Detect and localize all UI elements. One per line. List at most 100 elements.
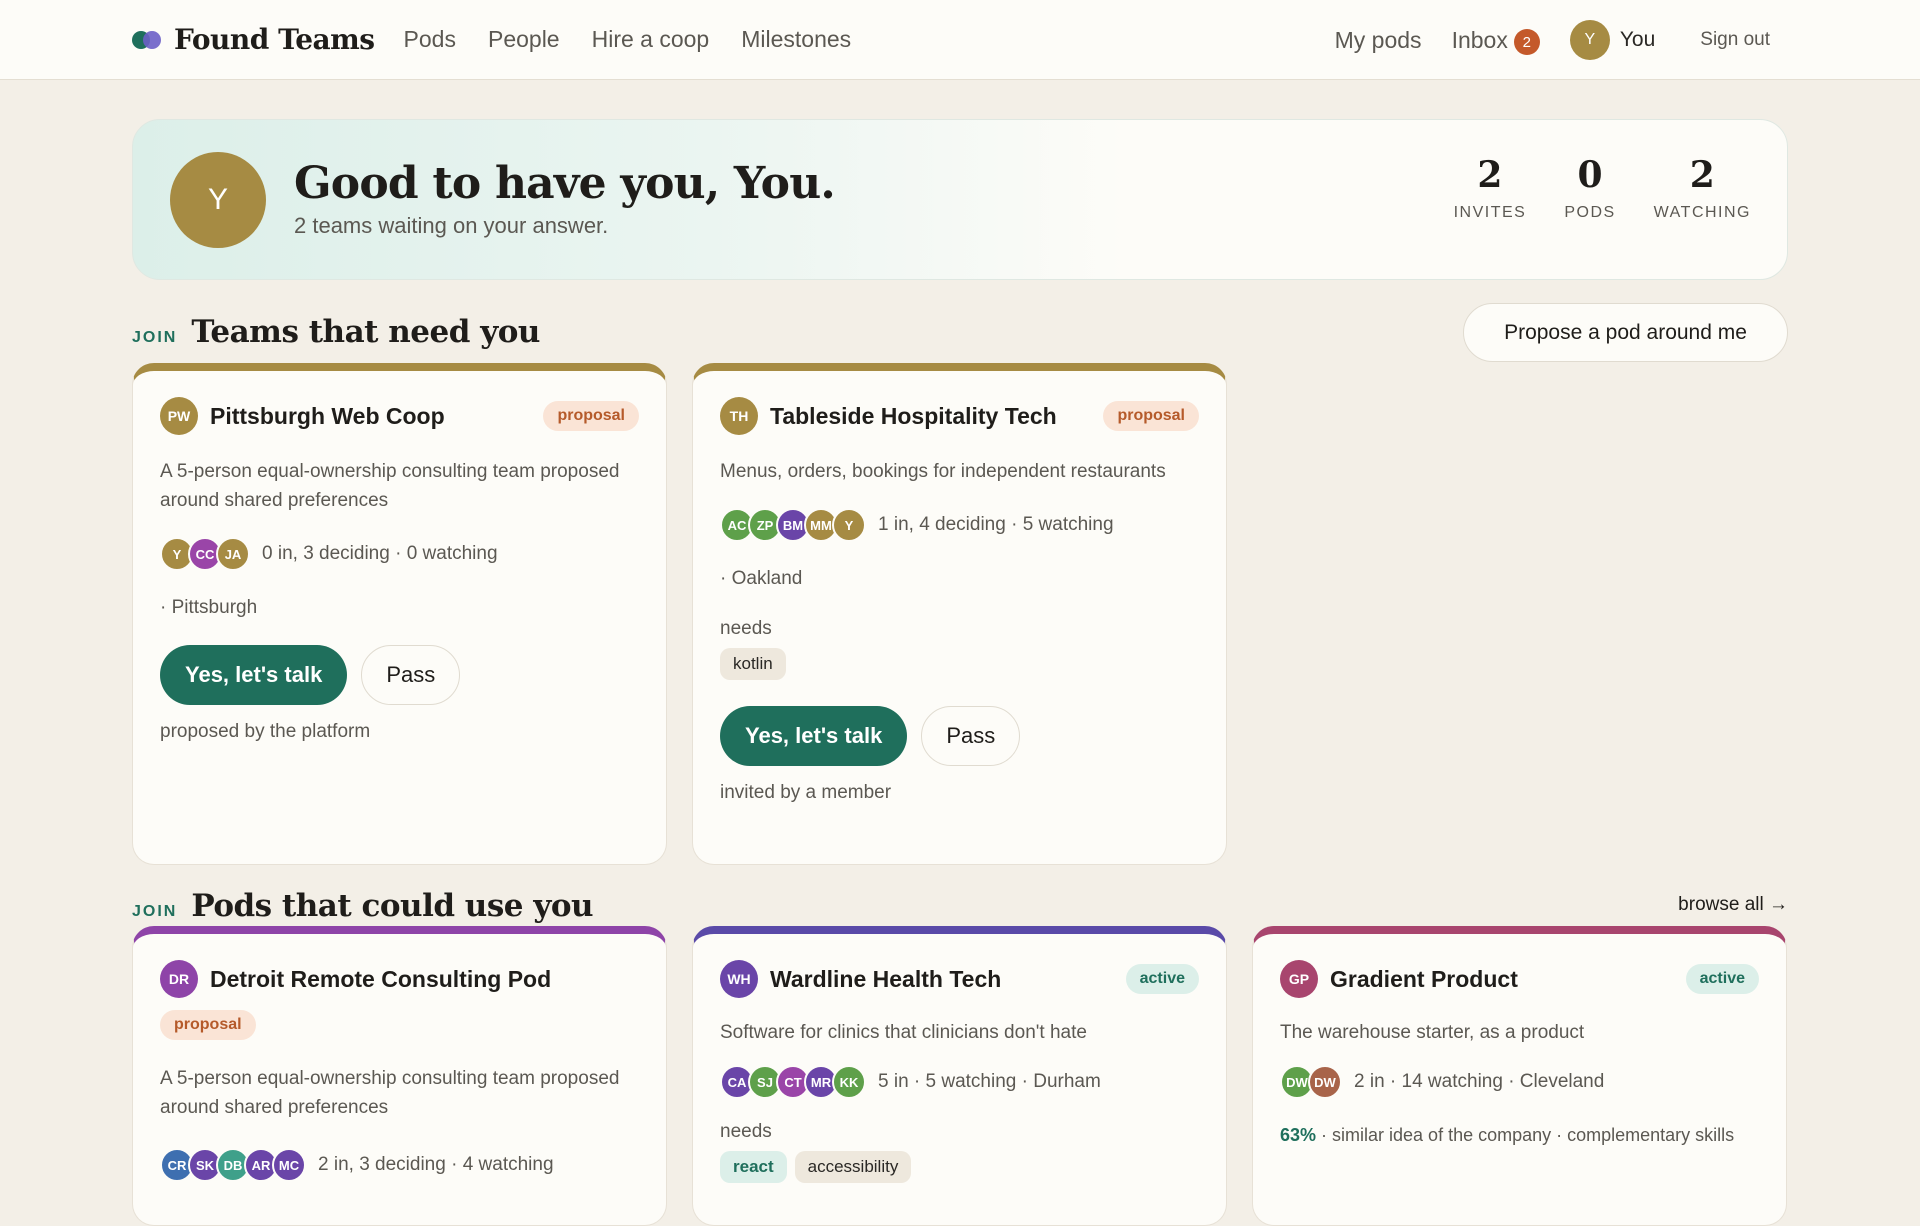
match-summary: 63% · similar idea of the company · comp… [1280,1121,1759,1149]
stat-value: 2 [1689,154,1715,196]
member-avatars: CA SJ CT MR KK [720,1065,866,1099]
stat-label: INVITES [1453,203,1527,221]
pass-button[interactable]: Pass [361,645,461,705]
pass-button[interactable]: Pass [921,706,1021,766]
inbox-label: Inbox [1451,26,1508,53]
members-row: DW DW 2 in · 14 watching · Cleveland [1280,1065,1759,1099]
member-avatars: Y CC JA [160,537,250,571]
inbox-count-badge: 2 [1513,29,1540,55]
section-eyebrow: JOIN [132,903,178,920]
pod-description: Software for clinics that clinicians don… [720,1022,1087,1043]
location: · Pittsburgh [160,597,258,618]
status-badge: proposal [1103,401,1199,431]
yes-lets-talk-button[interactable]: Yes, let's talk [160,645,348,705]
card-footer: proposed by the platform [160,721,371,742]
stat-invites[interactable]: 2 INVITES [1453,154,1527,222]
team-description: A 5-person equal-ownership consulting te… [160,461,620,511]
pod-description: A 5-person equal-ownership consulting te… [160,1068,620,1118]
browse-all-link[interactable]: browse all → [1678,894,1788,916]
pod-card: WH Wardline Health Tech active Software … [692,926,1227,1226]
nav-link-people[interactable]: People [488,26,560,53]
member-avatar: Y [832,508,866,542]
user-avatar: Y [1569,20,1610,60]
nav-link-my-pods[interactable]: My pods [1335,27,1422,54]
stat-pods[interactable]: 0 PODS [1564,154,1616,222]
user-menu[interactable]: Y You [1569,20,1656,60]
welcome-banner: Y Good to have you, You. 2 teams waiting… [132,119,1788,280]
members-summary: 5 in · 5 watching · Durham [878,1071,1101,1092]
section-teams-header: JOIN Teams that need you [132,314,540,350]
member-avatars: DW DW [1280,1065,1342,1099]
section-title: Pods that could use you [191,888,594,924]
card-footer: invited by a member [720,782,892,803]
section-eyebrow: JOIN [132,329,178,346]
stat-label: PODS [1564,203,1616,221]
brand-logo[interactable]: Found Teams [132,23,375,56]
match-percent: 63% [1280,1125,1317,1145]
pod-avatar: WH [720,960,758,998]
hero-avatar: Y [170,151,266,248]
stat-watching[interactable]: 2 WATCHING [1653,154,1751,222]
yes-lets-talk-button[interactable]: Yes, let's talk [720,706,908,766]
status-badge: active [1685,964,1759,994]
members-summary: 1 in, 4 deciding · 5 watching [878,514,1114,535]
status-badge: active [1125,964,1199,994]
member-avatar: KK [832,1065,866,1099]
pod-card: GP Gradient Product active The warehouse… [1252,926,1787,1226]
members-summary: 2 in, 3 deciding · 4 watching [318,1154,554,1175]
hero-title: Good to have you, You. [294,158,836,210]
skill-tag[interactable]: react [720,1151,787,1183]
pod-description: The warehouse starter, as a product [1280,1022,1585,1043]
needs-tags: kotlin [720,648,1199,680]
team-name[interactable]: Pittsburgh Web Coop [210,403,543,430]
status-badge: proposal [160,1010,256,1040]
pod-avatar: GP [1280,960,1318,998]
match-reasons: · similar idea of the company · compleme… [1316,1125,1735,1145]
team-name[interactable]: Tableside Hospitality Tech [770,403,1103,430]
hero-subtitle: 2 teams waiting on your answer. [294,212,609,238]
team-avatar: TH [720,397,758,435]
members-row: AC ZP BM MM Y 1 in, 4 deciding · 5 watch… [720,508,1199,542]
status-badge: proposal [543,401,639,431]
pod-name[interactable]: Detroit Remote Consulting Pod [210,966,639,993]
needs-label: needs [720,1121,772,1142]
main-nav: Pods People Hire a coop Milestones [404,26,852,53]
skill-tag[interactable]: accessibility [794,1151,912,1183]
pod-name[interactable]: Gradient Product [1330,966,1686,993]
stat-value: 0 [1577,154,1603,196]
logo-mark-icon [132,30,162,50]
pod-card: DR Detroit Remote Consulting Pod proposa… [132,926,667,1226]
members-row: Y CC JA 0 in, 3 deciding · 0 watching [160,537,639,571]
section-pods-header: JOIN Pods that could use you [132,888,594,924]
nav-link-hire-a-coop[interactable]: Hire a coop [592,26,710,53]
section-title: Teams that need you [191,314,540,350]
sign-out-link[interactable]: Sign out [1700,29,1770,51]
user-label: You [1619,28,1656,51]
skill-tag[interactable]: kotlin [720,648,786,680]
nav-link-pods[interactable]: Pods [404,26,456,53]
member-avatar: DW [1308,1065,1342,1099]
nav-link-milestones[interactable]: Milestones [741,26,851,53]
user-nav: My pods Inbox 2 Y You Sign out [1305,0,1770,80]
members-row: CR SK DB AR MC 2 in, 3 deciding · 4 watc… [160,1148,639,1182]
team-card: PW Pittsburgh Web Coop proposal A 5-pers… [132,363,667,865]
stat-value: 2 [1477,154,1503,196]
top-nav: Found Teams Pods People Hire a coop Mile… [0,0,1920,80]
propose-pod-button[interactable]: Propose a pod around me [1463,303,1788,362]
needs-label: needs [720,618,772,639]
member-avatars: CR SK DB AR MC [160,1148,306,1182]
pod-avatar: DR [160,960,198,998]
team-avatar: PW [160,397,198,435]
team-card: TH Tableside Hospitality Tech proposal M… [692,363,1227,865]
members-row: CA SJ CT MR KK 5 in · 5 watching · Durha… [720,1065,1199,1099]
member-avatar: MC [272,1148,306,1182]
pod-name[interactable]: Wardline Health Tech [770,966,1126,993]
needs-tags: react accessibility [720,1151,1199,1183]
stats: 2 INVITES 0 PODS 2 WATCHING [1453,154,1751,222]
stat-label: WATCHING [1653,203,1751,221]
nav-link-inbox[interactable]: Inbox 2 [1452,25,1540,55]
team-description: Menus, orders, bookings for independent … [720,461,1166,482]
members-summary: 0 in, 3 deciding · 0 watching [262,543,498,564]
members-summary: 2 in · 14 watching · Cleveland [1354,1071,1605,1092]
member-avatars: AC ZP BM MM Y [720,508,866,542]
